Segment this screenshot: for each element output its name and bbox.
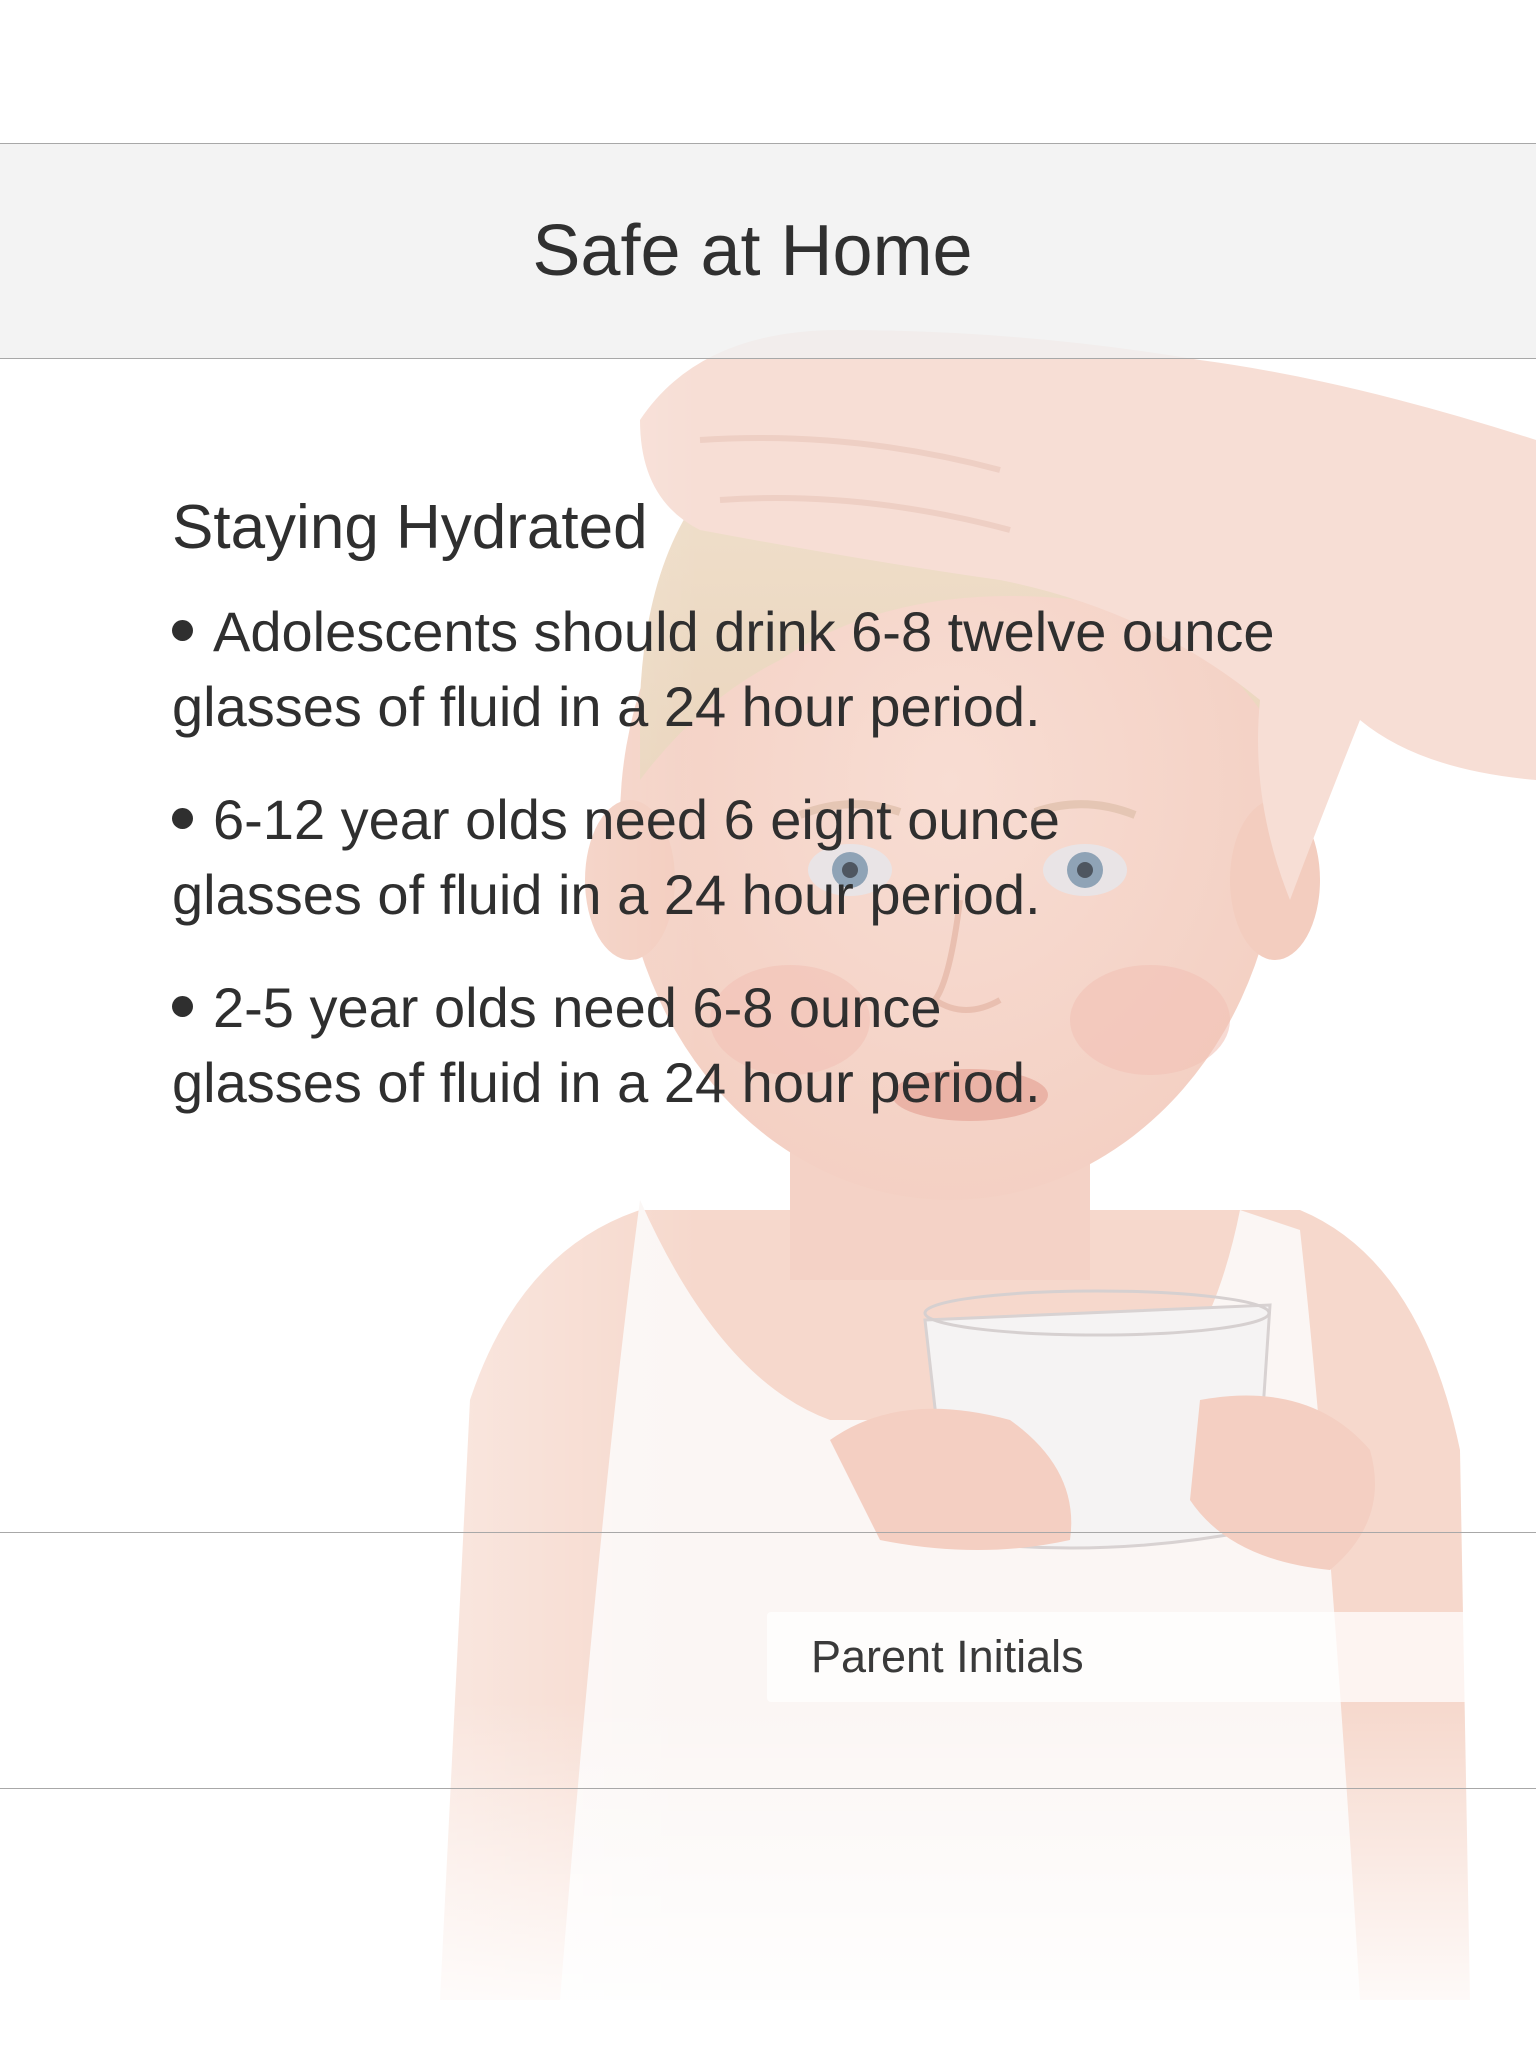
bullet-text-continued: glasses of fluid in a 24 hour period. (172, 675, 1041, 738)
bullet-dot-icon (172, 995, 193, 1017)
bullet-item-6-12-year-olds: 6-12 year olds need 6 eight ounce glasse… (172, 782, 1452, 932)
bullet-text-continued: glasses of fluid in a 24 hour period. (172, 863, 1041, 926)
bullet-text: 2-5 year olds need 6-8 ounce (213, 976, 942, 1039)
hydration-content: Staying Hydrated Adolescents should drin… (172, 488, 1452, 1158)
bullet-dot-icon (172, 807, 193, 829)
bullet-dot-icon (172, 619, 193, 641)
bullet-text: Adolescents should drink 6-8 twelve ounc… (213, 600, 1275, 663)
bullet-line: 6-12 year olds need 6 eight ounce (172, 782, 1452, 857)
bullet-item-adolescents: Adolescents should drink 6-8 twelve ounc… (172, 594, 1452, 744)
divider-top (0, 1532, 1536, 1533)
bullet-line: Adolescents should drink 6-8 twelve ounc… (172, 594, 1452, 669)
bullet-text: 6-12 year olds need 6 eight ounce (213, 788, 1060, 851)
bullet-text-continued: glasses of fluid in a 24 hour period. (172, 1051, 1041, 1114)
page-title: Safe at Home (532, 211, 973, 291)
hydration-bullet-list: Adolescents should drink 6-8 twelve ounc… (172, 594, 1452, 1120)
parent-initials-field[interactable]: Parent Initials (767, 1612, 1511, 1702)
bullet-line: 2-5 year olds need 6-8 ounce (172, 970, 1452, 1045)
divider-bottom (0, 1788, 1536, 1789)
section-heading: Staying Hydrated (172, 493, 648, 562)
parent-initials-placeholder: Parent Initials (811, 1631, 1084, 1682)
bullet-item-2-5-year-olds: 2-5 year olds need 6-8 ounce glasses of … (172, 970, 1452, 1120)
